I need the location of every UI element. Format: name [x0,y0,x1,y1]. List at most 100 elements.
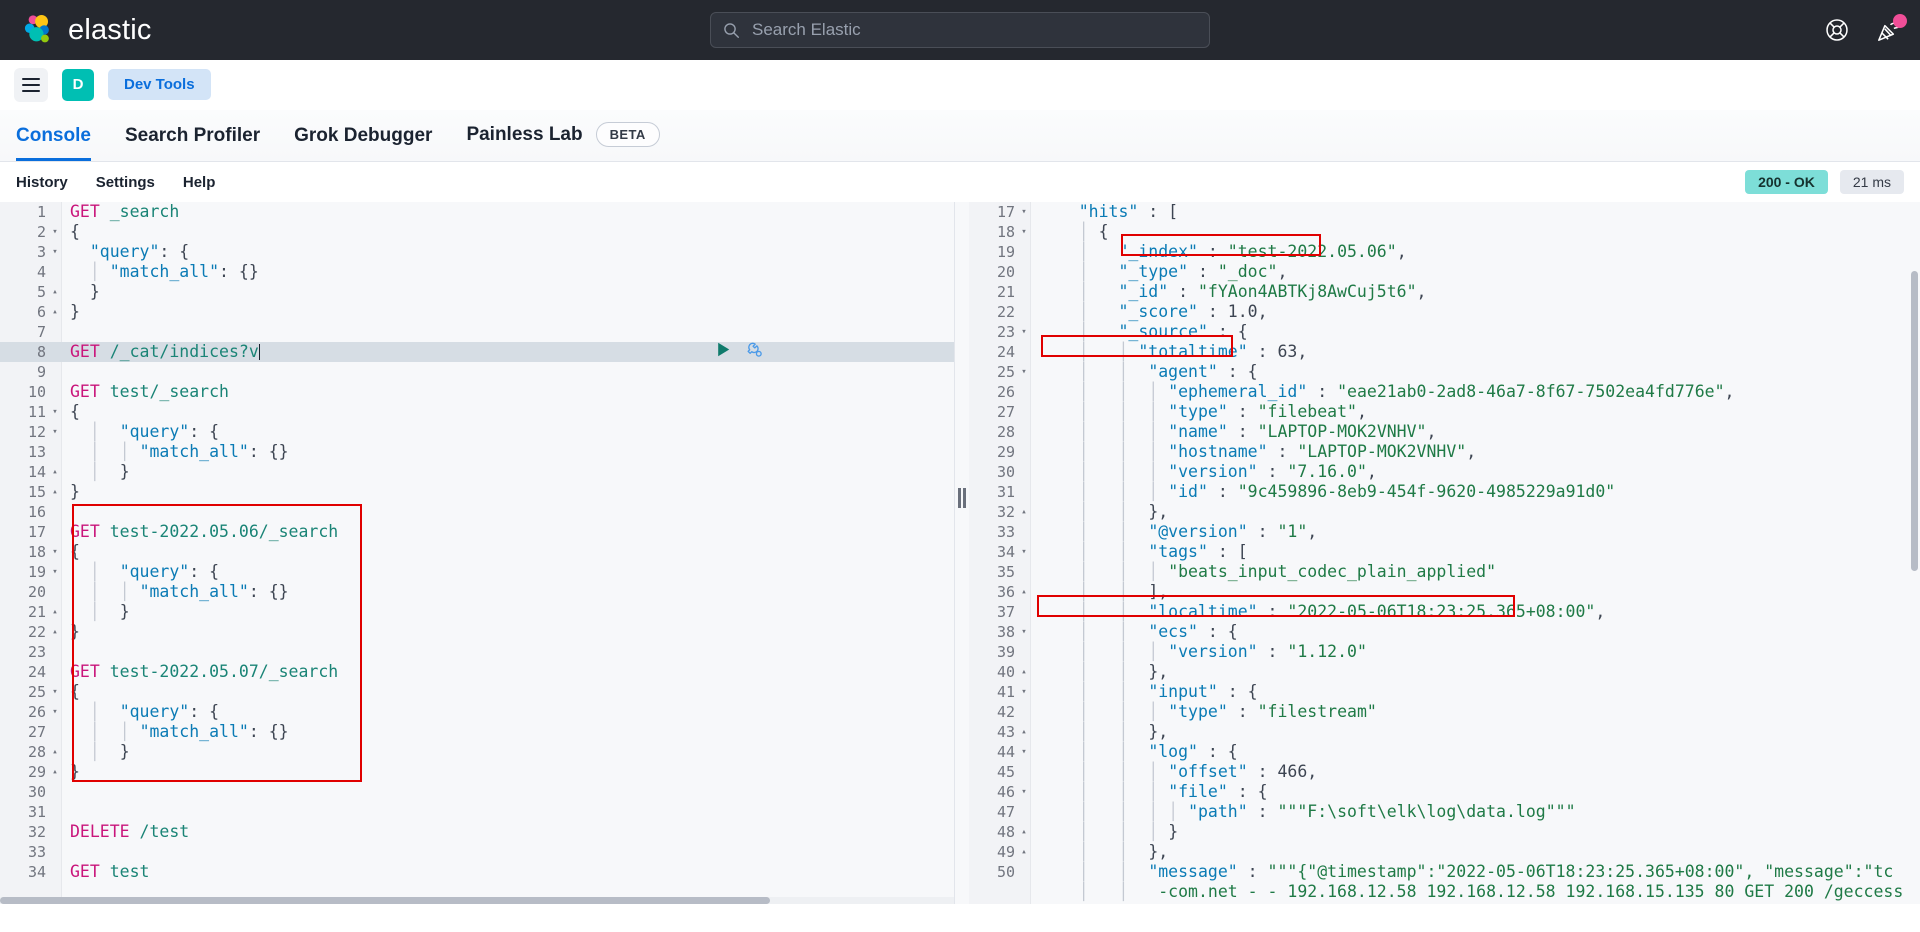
code-line[interactable]: 3 ▾ "query": { [0,242,954,262]
code-line[interactable]: 17 GET test-2022.05.06/_search [0,522,954,542]
code-line[interactable]: 26 │ │ │ "ephemeral_id" : "eae21ab0-2ad8… [969,382,1920,402]
fold-toggle-icon[interactable]: ▾ [48,422,62,442]
response-viewer-pane[interactable]: 17 ▾ "hits" : [18 ▾ │ {19 │ "_index" : "te… [969,202,1920,904]
help-button[interactable]: Help [183,174,216,191]
fold-toggle-icon[interactable]: ▾ [1017,222,1031,242]
code-line[interactable]: 27 │ │ │ "type" : "filebeat", [969,402,1920,422]
code-line[interactable]: 11 ▾ { [0,402,954,422]
code-line[interactable]: 22 ▴} [0,622,954,642]
code-line[interactable]: 20 │ │ "match_all": {} [0,582,954,602]
settings-button[interactable]: Settings [96,174,155,191]
code-line[interactable]: 6 ▴} [0,302,954,322]
hamburger-menu-icon[interactable] [14,67,48,102]
code-line[interactable]: 23 [0,642,954,662]
breadcrumb[interactable]: Dev Tools [108,69,211,100]
code-line[interactable]: 45 │ │ │ "offset" : 466, [969,762,1920,782]
code-line[interactable]: 34 GET test [0,862,954,882]
fold-toggle-icon[interactable]: ▴ [48,602,62,622]
code-line[interactable]: 21 ▴ │ } [0,602,954,622]
fold-toggle-icon[interactable]: ▾ [1017,782,1031,802]
code-line[interactable]: 18 ▾ │ { [969,222,1920,242]
fold-toggle-icon[interactable]: ▴ [1017,662,1031,682]
code-line[interactable]: 19 │ "_index" : "test-2022.05.06", [969,242,1920,262]
code-line[interactable]: 28 ▴ │ } [0,742,954,762]
code-line[interactable]: 28 │ │ │ "name" : "LAPTOP-MOK2VNHV", [969,422,1920,442]
fold-toggle-icon[interactable]: ▴ [1017,502,1031,522]
party-popper-announcement-icon[interactable] [1876,14,1907,43]
code-line[interactable]: 21 │ "_id" : "fYAon4ABTKj8AwCuj5t6", [969,282,1920,302]
editor-hscroll-thumb[interactable] [0,897,770,904]
code-line[interactable]: 24 GET test-2022.05.07/_search [0,662,954,682]
code-line[interactable]: 24 │ │ "totaltime" : 63, [969,342,1920,362]
fold-toggle-icon[interactable]: ▴ [1017,842,1031,862]
code-line[interactable]: 43 ▴ │ │ }, [969,722,1920,742]
fold-toggle-icon[interactable]: ▴ [1017,722,1031,742]
code-line[interactable]: │ │ -com.net - - 192.168.12.58 192.168.1… [969,882,1920,902]
tab-console[interactable]: Console [16,125,91,161]
code-line[interactable]: 36 ▴ │ │ ], [969,582,1920,602]
response-vscroll-thumb[interactable] [1911,271,1918,571]
code-line[interactable]: 29 ▴} [0,762,954,782]
fold-toggle-icon[interactable]: ▾ [1017,742,1031,762]
code-line[interactable]: 30 [0,782,954,802]
fold-toggle-icon[interactable]: ▾ [48,242,62,262]
code-line[interactable]: 33 [0,842,954,862]
fold-toggle-icon[interactable]: ▴ [1017,582,1031,602]
fold-toggle-icon[interactable]: ▾ [48,562,62,582]
fold-toggle-icon[interactable]: ▾ [48,702,62,722]
fold-toggle-icon[interactable]: ▾ [1017,202,1031,222]
play-run-icon[interactable] [715,341,732,363]
response-vscrollbar[interactable] [1911,206,1918,900]
code-line[interactable]: 44 ▾ │ │ "log" : { [969,742,1920,762]
search-input[interactable] [752,20,1197,40]
code-line[interactable]: 40 ▴ │ │ }, [969,662,1920,682]
code-line[interactable]: 42 │ │ │ "type" : "filestream" [969,702,1920,722]
fold-toggle-icon[interactable]: ▾ [1017,622,1031,642]
code-line[interactable]: 7 [0,322,954,342]
space-avatar[interactable]: D [62,68,94,101]
fold-toggle-icon[interactable]: ▾ [48,542,62,562]
code-line[interactable]: 20 │ "_type" : "_doc", [969,262,1920,282]
code-line[interactable]: 25 ▾ { [0,682,954,702]
code-line[interactable]: 22 │ "_score" : 1.0, [969,302,1920,322]
fold-toggle-icon[interactable]: ▾ [1017,322,1031,342]
code-line[interactable]: 4 │ "match_all": {} [0,262,954,282]
code-line[interactable]: 9 [0,362,954,382]
code-line[interactable]: 29 │ │ │ "hostname" : "LAPTOP-MOK2VNHV", [969,442,1920,462]
fold-toggle-icon[interactable]: ▴ [48,302,62,322]
history-button[interactable]: History [16,174,68,191]
code-line[interactable]: 50 │ │ "message" : """{"@timestamp":"202… [969,862,1920,882]
code-line[interactable]: 30 │ │ │ "version" : "7.16.0", [969,462,1920,482]
fold-toggle-icon[interactable]: ▴ [48,622,62,642]
code-line[interactable]: 41 ▾ │ │ "input" : { [969,682,1920,702]
code-line[interactable]: 33 │ │ "@version" : "1", [969,522,1920,542]
code-line[interactable]: 31 [0,802,954,822]
fold-toggle-icon[interactable]: ▾ [48,402,62,422]
code-line[interactable]: 32 ▴ │ │ }, [969,502,1920,522]
code-line[interactable]: 27 │ │ "match_all": {} [0,722,954,742]
fold-toggle-icon[interactable]: ▾ [48,222,62,242]
code-line[interactable]: 10 GET test/_search [0,382,954,402]
fold-toggle-icon[interactable]: ▴ [48,462,62,482]
fold-toggle-icon[interactable]: ▾ [1017,682,1031,702]
code-line[interactable]: 19 ▾ │ "query": { [0,562,954,582]
code-line[interactable]: 37 │ │ "localtime" : "2022-05-06T18:23:2… [969,602,1920,622]
brand[interactable]: elastic [22,13,152,47]
code-line[interactable]: 8 GET /_cat/indices?v [0,342,954,362]
code-line[interactable]: 5 ▴ } [0,282,954,302]
tab-painless-lab[interactable]: Painless Lab BETA [466,122,660,161]
fold-toggle-icon[interactable]: ▴ [48,482,62,502]
code-line[interactable]: 34 ▾ │ │ "tags" : [ [969,542,1920,562]
code-line[interactable]: 31 │ │ │ "id" : "9c459896-8eb9-454f-9620… [969,482,1920,502]
fold-toggle-icon[interactable]: ▾ [1017,362,1031,382]
splitter-grip-icon[interactable] [958,488,966,508]
code-line[interactable]: 18 ▾ { [0,542,954,562]
fold-toggle-icon[interactable]: ▴ [48,282,62,302]
code-line[interactable]: 14 ▴ │ } [0,462,954,482]
code-line[interactable]: 15 ▴} [0,482,954,502]
code-line[interactable]: 13 │ │ "match_all": {} [0,442,954,462]
code-line[interactable]: 17 ▾ "hits" : [ [969,202,1920,222]
code-line[interactable]: 26 ▾ │ "query": { [0,702,954,722]
code-line[interactable]: 25 ▾ │ │ "agent" : { [969,362,1920,382]
request-editor-pane[interactable]: 1 GET _search 2 ▾{3 ▾ "query": {4 │ "match_a… [0,202,955,904]
